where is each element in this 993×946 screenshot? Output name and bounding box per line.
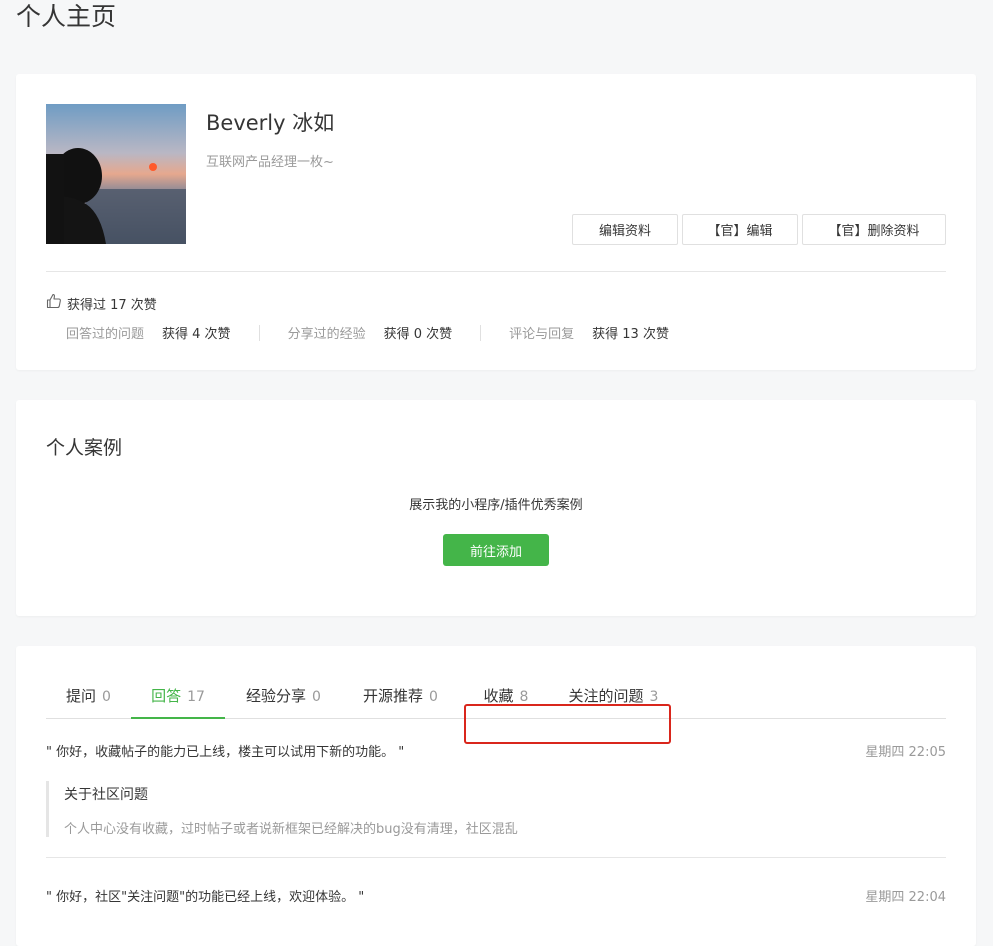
activity-tabs: 提问 0 回答 17 经验分享 0 开源推荐 0 收藏 8 关注的问题 3 xyxy=(46,674,946,744)
cases-title: 个人案例 xyxy=(46,437,123,459)
cases-card: 个人案例 展示我的小程序/插件优秀案例 前往添加 xyxy=(16,400,976,616)
stat-label-comments: 评论与回复 xyxy=(509,327,575,342)
tab-count: 3 xyxy=(649,689,659,705)
likes-total: 获得过 17 次赞 xyxy=(46,293,157,313)
stat-separator xyxy=(258,324,260,341)
thumbs-up-icon xyxy=(46,293,67,313)
tab-favorites[interactable]: 收藏 8 xyxy=(466,674,546,718)
tab-label: 开源推荐 xyxy=(363,687,424,705)
tab-count: 0 xyxy=(312,689,321,705)
stat-value-comments: 获得 13 次赞 xyxy=(592,327,669,342)
admin-delete-button[interactable]: 【官】删除资料 xyxy=(802,214,946,245)
stat-separator xyxy=(480,324,482,341)
stat-value-shares: 获得 0 次赞 xyxy=(383,327,453,342)
tab-label: 关注的问题 xyxy=(568,687,644,705)
stat-label-shares: 分享过的经验 xyxy=(287,327,366,342)
admin-edit-button[interactable]: 【官】编辑 xyxy=(682,214,798,245)
stat-value-answers: 获得 4 次赞 xyxy=(162,327,231,342)
tab-experience-share[interactable]: 经验分享 0 xyxy=(225,674,342,718)
cases-description: 展示我的小程序/插件优秀案例 xyxy=(409,498,583,513)
activity-card: 提问 0 回答 17 经验分享 0 开源推荐 0 收藏 8 关注的问题 3 " 你好，收藏帖… xyxy=(16,646,976,946)
like-stats: 回答过的问题 获得 4 次赞 分享过的经验 获得 0 次赞 评论与回复 获得 1… xyxy=(66,323,669,342)
user-name: Beverly 冰如 xyxy=(206,111,335,135)
referenced-question[interactable]: 关于社区问题 个人中心没有收藏，过时帖子或者说新框架已经解决的bug没有清理，社… xyxy=(46,781,949,837)
page-title: 个人主页 xyxy=(16,2,117,31)
tab-count: 17 xyxy=(187,689,205,705)
answer-quote[interactable]: " 你好，社区"关注问题"的功能已经上线，欢迎体验。 " xyxy=(46,886,364,905)
tab-questions[interactable]: 提问 0 xyxy=(46,674,131,718)
referenced-question-excerpt: 个人中心没有收藏，过时帖子或者说新框架已经解决的bug没有清理，社区混乱 xyxy=(64,822,518,837)
user-bio: 互联网产品经理一枚~ xyxy=(206,155,334,170)
profile-divider xyxy=(46,271,946,272)
answer-time: 星期四 22:04 xyxy=(865,890,946,905)
tab-label: 提问 xyxy=(66,687,97,705)
profile-card: Beverly 冰如 互联网产品经理一枚~ 编辑资料 【官】编辑 【官】删除资料… xyxy=(16,74,976,370)
likes-total-text: 获得过 17 次赞 xyxy=(67,297,157,313)
tab-answers[interactable]: 回答 17 xyxy=(131,674,225,719)
referenced-question-title[interactable]: 关于社区问题 xyxy=(64,784,148,804)
add-case-button[interactable]: 前往添加 xyxy=(443,534,549,566)
tab-followed-questions[interactable]: 关注的问题 3 xyxy=(556,674,671,718)
avatar xyxy=(46,104,186,244)
entry-divider xyxy=(46,857,946,858)
tab-label: 回答 xyxy=(151,687,182,705)
tab-label: 经验分享 xyxy=(246,687,307,705)
tab-open-source[interactable]: 开源推荐 0 xyxy=(342,674,459,718)
tab-label: 收藏 xyxy=(483,687,514,705)
stat-label-answers: 回答过的问题 xyxy=(66,327,145,342)
edit-profile-button[interactable]: 编辑资料 xyxy=(572,214,678,245)
answer-time: 星期四 22:05 xyxy=(865,745,946,760)
answer-quote[interactable]: " 你好，收藏帖子的能力已上线，楼主可以试用下新的功能。 " xyxy=(46,741,404,760)
tab-count: 0 xyxy=(102,689,111,705)
tab-count: 0 xyxy=(429,689,438,705)
tab-count: 8 xyxy=(519,689,529,705)
